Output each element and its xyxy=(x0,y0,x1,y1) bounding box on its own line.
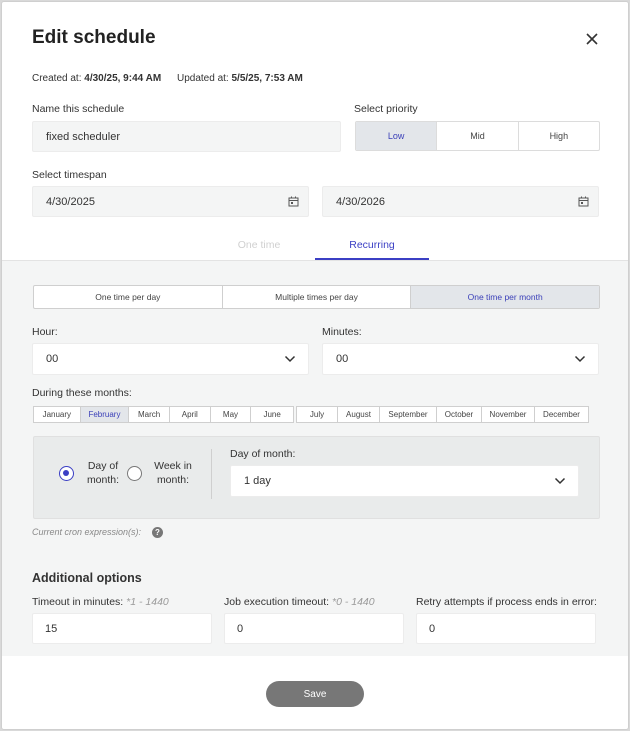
month-february[interactable]: February xyxy=(80,407,130,422)
job-timeout-label-text: Job execution timeout: xyxy=(224,596,330,608)
job-timeout-label: Job execution timeout: *0 - 1440 xyxy=(224,596,375,608)
updated-at-label: Updated at: xyxy=(177,73,229,84)
hour-value: 00 xyxy=(46,353,59,365)
week-in-month-option-label: Week in month: xyxy=(148,459,198,487)
job-timeout-value: 0 xyxy=(237,622,244,635)
day-of-month-label-line2: month: xyxy=(86,474,120,486)
minutes-select[interactable]: 00 xyxy=(322,343,599,375)
day-of-month-option-label: Day of month: xyxy=(80,459,126,487)
save-button[interactable]: Save xyxy=(266,681,364,707)
divider xyxy=(211,449,212,499)
month-june[interactable]: June xyxy=(251,407,293,422)
schedule-name-label: Name this schedule xyxy=(32,103,125,115)
day-of-month-radio[interactable] xyxy=(59,466,74,481)
months-label: During these months: xyxy=(32,387,132,399)
week-in-month-label-line2: month: xyxy=(156,474,190,486)
day-of-month-select[interactable]: 1 day xyxy=(230,465,579,497)
timeout-value: 15 xyxy=(45,622,58,635)
chevron-down-icon xyxy=(284,355,296,363)
chevron-down-icon xyxy=(554,477,566,485)
timeout-input[interactable]: 15 xyxy=(32,613,212,644)
additional-options-title: Additional options xyxy=(32,571,142,585)
tab-one-time[interactable]: One time xyxy=(202,239,316,251)
updated-at-value: 5/5/25, 7:53 AM xyxy=(231,73,303,84)
schedule-name-value: fixed scheduler xyxy=(46,130,120,143)
help-icon[interactable]: ? xyxy=(152,527,163,538)
priority-segmented-control: Low Mid High xyxy=(355,121,600,151)
minutes-value: 00 xyxy=(336,353,349,365)
priority-high[interactable]: High xyxy=(519,122,599,150)
calendar-icon[interactable] xyxy=(578,196,589,207)
month-october[interactable]: October xyxy=(437,407,482,422)
month-november[interactable]: November xyxy=(482,407,535,422)
dialog-title: Edit schedule xyxy=(32,27,156,48)
frequency-once-per-month[interactable]: One time per month xyxy=(411,286,599,308)
months-group-second-half: July August September October November D… xyxy=(296,406,589,423)
end-date-input[interactable]: 4/30/2026 xyxy=(322,186,599,217)
retry-label: Retry attempts if process ends in error: xyxy=(416,596,597,608)
minutes-label: Minutes: xyxy=(322,326,362,338)
month-january[interactable]: January xyxy=(34,407,81,422)
day-of-month-label: Day of month: xyxy=(230,448,296,460)
start-date-value: 4/30/2025 xyxy=(46,195,95,208)
month-december[interactable]: December xyxy=(535,407,588,422)
created-at-value: 4/30/25, 9:44 AM xyxy=(84,73,162,84)
day-of-month-value: 1 day xyxy=(244,475,271,487)
priority-label: Select priority xyxy=(354,103,418,115)
start-date-input[interactable]: 4/30/2025 xyxy=(32,186,309,217)
month-september[interactable]: September xyxy=(380,407,437,422)
week-in-month-label-line1: Week in xyxy=(154,460,192,472)
close-icon[interactable] xyxy=(583,30,601,48)
calendar-icon[interactable] xyxy=(288,196,299,207)
edit-schedule-dialog: Edit schedule Created at: 4/30/25, 9:44 … xyxy=(1,1,629,730)
day-of-month-label-line1: Day of xyxy=(87,460,119,472)
tab-recurring[interactable]: Recurring xyxy=(315,239,429,251)
month-march[interactable]: March xyxy=(129,407,170,422)
month-august[interactable]: August xyxy=(338,407,380,422)
cron-expression-label: Current cron expression(s): xyxy=(32,527,142,537)
created-at: Created at: 4/30/25, 9:44 AM xyxy=(32,73,161,84)
hour-label: Hour: xyxy=(32,326,58,338)
month-april[interactable]: April xyxy=(170,407,211,422)
month-july[interactable]: July xyxy=(297,407,338,422)
retry-value: 0 xyxy=(429,622,436,635)
timeout-hint: *1 - 1440 xyxy=(126,596,169,608)
frequency-multiple-per-day[interactable]: Multiple times per day xyxy=(223,286,412,308)
month-may[interactable]: May xyxy=(211,407,252,422)
chevron-down-icon xyxy=(574,355,586,363)
week-in-month-radio[interactable] xyxy=(127,466,142,481)
frequency-once-per-day[interactable]: One time per day xyxy=(34,286,223,308)
job-timeout-input[interactable]: 0 xyxy=(224,613,404,644)
frequency-segmented-control: One time per day Multiple times per day … xyxy=(33,285,600,309)
timeout-label: Timeout in minutes: *1 - 1440 xyxy=(32,596,169,608)
job-timeout-hint: *0 - 1440 xyxy=(331,596,375,608)
updated-at: Updated at: 5/5/25, 7:53 AM xyxy=(177,73,303,84)
created-at-label: Created at: xyxy=(32,73,82,84)
priority-low[interactable]: Low xyxy=(356,122,438,150)
months-group-first-half: January February March April May June xyxy=(33,406,294,423)
end-date-value: 4/30/2026 xyxy=(336,195,385,208)
timespan-label: Select timespan xyxy=(32,169,107,181)
schedule-name-input[interactable]: fixed scheduler xyxy=(32,121,341,152)
hour-select[interactable]: 00 xyxy=(32,343,309,375)
retry-input[interactable]: 0 xyxy=(416,613,596,644)
timeout-label-text: Timeout in minutes: xyxy=(32,596,124,608)
priority-mid[interactable]: Mid xyxy=(437,122,519,150)
